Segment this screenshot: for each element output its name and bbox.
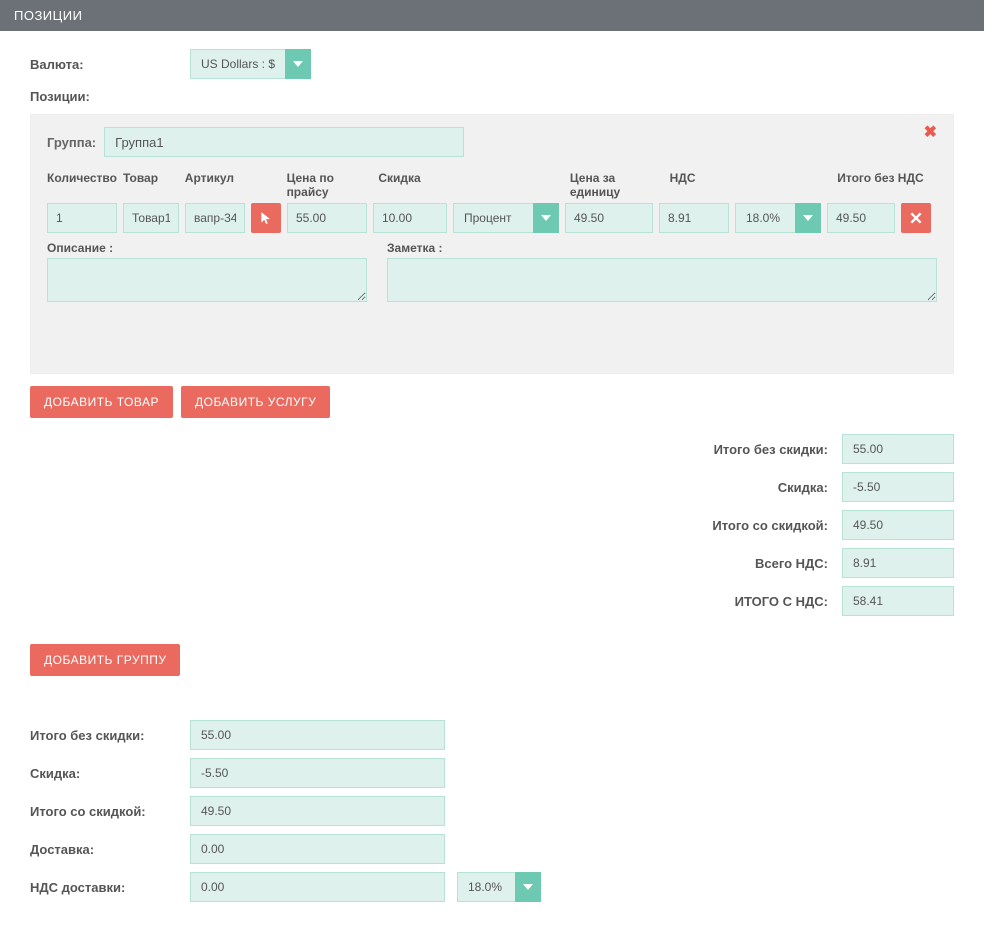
currency-select[interactable]: US Dollars : $ [190, 49, 311, 79]
shipping-vat-pct-select[interactable]: 18.0% [457, 872, 541, 902]
ft-afterdisc-label: Итого со скидкой: [30, 804, 190, 819]
gt-discount-value[interactable] [842, 472, 954, 502]
note-label: Заметка : [387, 241, 937, 255]
vat-pct-dropdown-button[interactable] [795, 203, 821, 233]
chevron-down-icon [293, 59, 303, 69]
currency-label: Валюта: [30, 57, 190, 72]
gt-vat-label: Всего НДС: [688, 556, 828, 571]
col-listprice: Цена по прайсу [287, 171, 373, 199]
vat-pct-value: 18.0% [735, 203, 795, 233]
col-unitprice: Цена за единицу [570, 171, 664, 199]
gt-subtotal-value[interactable] [842, 434, 954, 464]
col-product: Товар [123, 171, 179, 199]
currency-dropdown-button[interactable] [285, 49, 311, 79]
note-textarea[interactable] [387, 258, 937, 302]
discount-input[interactable] [373, 203, 447, 233]
vat-pct-select[interactable]: 18.0% [735, 203, 821, 233]
ft-shipping-value[interactable] [190, 834, 445, 864]
close-icon: ✖ [924, 124, 937, 141]
delete-line-button[interactable] [901, 203, 931, 233]
ft-discount-value[interactable] [190, 758, 445, 788]
gt-subtotal-label: Итого без скидки: [688, 442, 828, 457]
cursor-icon [259, 211, 273, 225]
gt-afterdisc-label: Итого со скидкой: [688, 518, 828, 533]
ft-afterdisc-value[interactable] [190, 796, 445, 826]
chevron-down-icon [523, 882, 533, 892]
vat-amount-input[interactable] [659, 203, 729, 233]
ft-subtotal-label: Итого без скидки: [30, 728, 190, 743]
gt-grand-value[interactable] [842, 586, 954, 616]
gt-grand-label: ИТОГО С НДС: [688, 594, 828, 609]
gt-vat-value[interactable] [842, 548, 954, 578]
gt-discount-label: Скидка: [688, 480, 828, 495]
group-label: Группа: [47, 135, 96, 150]
chevron-down-icon [541, 213, 551, 223]
product-picker-button[interactable] [251, 203, 281, 233]
col-discount: Скидка [378, 171, 564, 199]
positions-label: Позиции: [30, 89, 190, 104]
col-qty: Количество [47, 171, 117, 199]
line-item-row: Процент 18.0% [47, 203, 937, 233]
ft-shipvat-value[interactable] [190, 872, 445, 902]
add-group-button[interactable]: ДОБАВИТЬ ГРУППУ [30, 644, 180, 676]
unit-price-input[interactable] [565, 203, 653, 233]
add-service-button[interactable]: ДОБАВИТЬ УСЛУГУ [181, 386, 330, 418]
ft-subtotal-value[interactable] [190, 720, 445, 750]
discount-type-select[interactable]: Процент [453, 203, 559, 233]
description-label: Описание : [47, 241, 367, 255]
discount-type-dropdown-button[interactable] [533, 203, 559, 233]
description-textarea[interactable] [47, 258, 367, 302]
close-group-button[interactable]: ✖ [924, 125, 937, 141]
col-article: Артикул [185, 171, 281, 199]
panel-title: ПОЗИЦИИ [0, 0, 984, 31]
ft-shipping-label: Доставка: [30, 842, 190, 857]
product-input[interactable] [123, 203, 179, 233]
gt-afterdisc-value[interactable] [842, 510, 954, 540]
article-input[interactable] [185, 203, 245, 233]
close-icon [909, 211, 923, 225]
col-total: Итого без НДС [837, 171, 937, 199]
list-price-input[interactable] [287, 203, 367, 233]
shipping-vat-pct-value: 18.0% [457, 872, 515, 902]
ft-shipvat-label: НДС доставки: [30, 880, 190, 895]
currency-value: US Dollars : $ [190, 49, 285, 79]
add-product-button[interactable]: ДОБАВИТЬ ТОВАР [30, 386, 173, 418]
line-total-input[interactable] [827, 203, 895, 233]
qty-input[interactable] [47, 203, 117, 233]
ft-discount-label: Скидка: [30, 766, 190, 781]
discount-type-value: Процент [453, 203, 533, 233]
col-vat: НДС [670, 171, 832, 199]
group-name-input[interactable] [104, 127, 464, 157]
chevron-down-icon [803, 213, 813, 223]
shipping-vat-pct-dropdown-button[interactable] [515, 872, 541, 902]
